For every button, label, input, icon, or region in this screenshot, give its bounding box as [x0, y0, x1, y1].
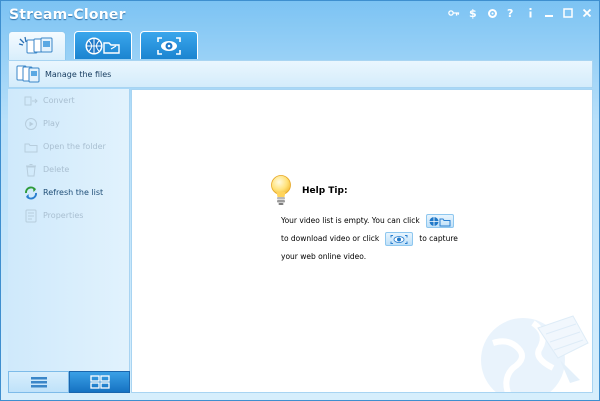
- convert-icon: [23, 93, 39, 109]
- globe-folder-icon: [85, 37, 120, 54]
- sidebar-item-label: Open the folder: [43, 142, 106, 151]
- grid-view-button[interactable]: [69, 371, 130, 393]
- list-view-button[interactable]: [8, 371, 69, 393]
- sidebar-item-refresh[interactable]: Refresh the list: [8, 181, 129, 204]
- sidebar-item-delete[interactable]: Delete: [8, 158, 129, 181]
- play-icon: [23, 116, 39, 132]
- title-bar-icons: $ ?: [448, 7, 593, 19]
- globe-watermark-icon: [481, 315, 589, 392]
- capture-eye-icon: [390, 234, 408, 244]
- sidebar-item-label: Properties: [43, 211, 84, 220]
- key-icon[interactable]: [448, 7, 460, 19]
- tab-capture[interactable]: [140, 31, 198, 59]
- help-tip-text: Your video list is empty. You can click …: [281, 212, 481, 266]
- sidebar-item-label: Play: [43, 119, 60, 128]
- sidebar-item-label: Delete: [43, 165, 70, 174]
- svg-text:$: $: [469, 7, 477, 19]
- grid-view-icon: [89, 375, 110, 389]
- view-switcher: [8, 371, 130, 393]
- delete-icon: [23, 162, 39, 178]
- help-line-2-end: to capture: [419, 234, 458, 243]
- dollar-icon[interactable]: $: [467, 7, 479, 19]
- app-title: Stream-Cloner: [9, 7, 126, 23]
- toolbar-title: Manage the files: [45, 69, 112, 79]
- sidebar-item-properties[interactable]: Properties: [8, 204, 129, 227]
- tab-download[interactable]: [74, 31, 132, 59]
- svg-text:?: ?: [507, 7, 513, 19]
- list-view-icon: [30, 377, 47, 388]
- minimize-icon[interactable]: [543, 7, 555, 19]
- app-window: Stream-Cloner $ ? Manage the files Conve…: [0, 0, 600, 401]
- video-list-area[interactable]: Help Tip: Your video list is empty. You …: [131, 89, 593, 393]
- capture-eye-icon: [157, 36, 181, 55]
- sidebar: Convert Play Open the folder Delete Refr…: [8, 89, 130, 371]
- help-tip-title: Help Tip:: [302, 186, 348, 196]
- capture-shortcut-button[interactable]: [385, 232, 414, 246]
- close-icon[interactable]: [581, 7, 593, 19]
- sidebar-item-label: Refresh the list: [43, 188, 104, 197]
- help-line-1: Your video list is empty. You can click: [281, 216, 420, 225]
- sidebar-item-open-folder[interactable]: Open the folder: [8, 135, 129, 158]
- sidebar-item-label: Convert: [43, 96, 75, 105]
- files-icon: [16, 65, 40, 83]
- download-shortcut-button[interactable]: [425, 214, 454, 228]
- tab-manage-files[interactable]: [8, 31, 66, 60]
- main-tabs: [8, 31, 198, 60]
- globe-folder-icon: [429, 216, 451, 226]
- help-line-2: to download video or click: [281, 234, 380, 243]
- help-icon[interactable]: ?: [505, 7, 517, 19]
- maximize-icon[interactable]: [562, 7, 574, 19]
- properties-icon: [23, 208, 39, 224]
- sidebar-item-play[interactable]: Play: [8, 112, 129, 135]
- info-icon[interactable]: [524, 7, 536, 19]
- refresh-icon: [23, 185, 39, 201]
- video-files-icon: [18, 36, 53, 54]
- settings-icon[interactable]: [486, 7, 498, 19]
- title-bar[interactable]: Stream-Cloner $ ?: [1, 1, 599, 31]
- lightbulb-icon: [271, 175, 291, 205]
- section-toolbar: Manage the files: [8, 60, 593, 88]
- folder-icon: [23, 139, 39, 155]
- sidebar-item-convert[interactable]: Convert: [8, 89, 129, 112]
- help-line-3: your web online video.: [281, 252, 367, 261]
